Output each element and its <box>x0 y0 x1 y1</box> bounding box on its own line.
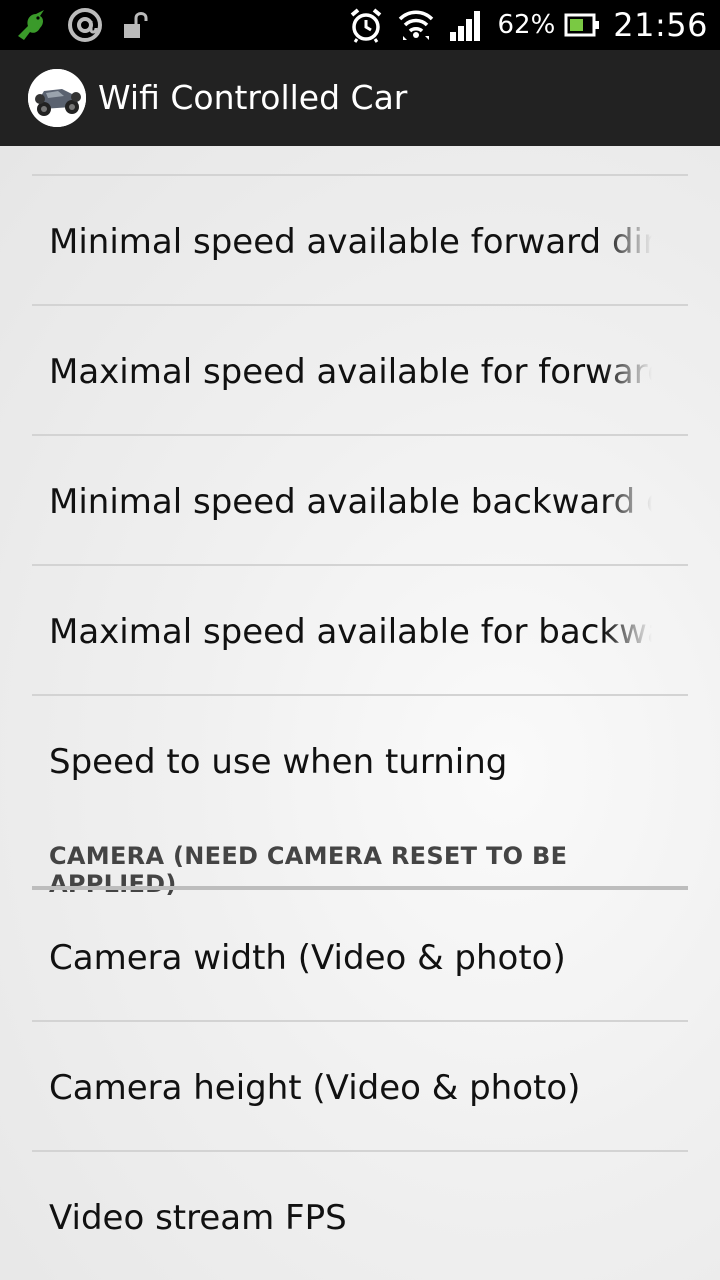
status-time: 21:56 <box>613 6 708 44</box>
pref-max-speed-forward[interactable]: Maximal speed available for forward dire… <box>32 306 688 434</box>
action-bar: Wifi Controlled Car <box>0 50 720 146</box>
status-bar-system: 62% 21:56 <box>347 0 708 50</box>
pref-title: Maximal speed available for backward dir… <box>49 612 652 652</box>
unlock-icon <box>118 6 156 44</box>
pref-title: Minimal speed available backward directi… <box>49 482 652 522</box>
rc-car-icon[interactable] <box>28 69 86 127</box>
pref-title: Camera height (Video & photo) <box>49 1068 581 1108</box>
pref-min-speed-forward[interactable]: Minimal speed available forward directio… <box>32 176 688 304</box>
category-header-camera: CAMERA (NEED CAMERA RESET TO BE APPLIED) <box>32 828 688 900</box>
pref-title: Video stream FPS <box>49 1198 347 1238</box>
pref-camera-width[interactable]: Camera width (Video & photo) <box>32 892 688 1020</box>
pref-title: Maximal speed available for forward dire… <box>49 352 652 392</box>
signal-icon <box>447 6 485 44</box>
pref-min-speed-backward[interactable]: Minimal speed available backward directi… <box>32 436 688 564</box>
pref-camera-height[interactable]: Camera height (Video & photo) <box>32 1022 688 1150</box>
pref-video-fps[interactable]: Video stream FPS <box>32 1152 688 1280</box>
category-divider <box>32 886 688 890</box>
pref-title: Minimal speed available forward directio… <box>49 222 652 262</box>
pref-title: Speed to use when turning <box>49 742 508 782</box>
pref-title: Camera width (Video & photo) <box>49 938 566 978</box>
preferences-list[interactable]: Minimal speed available forward directio… <box>0 146 720 1280</box>
battery-percent: 62% <box>497 10 556 40</box>
alarm-icon <box>347 6 385 44</box>
hummingbird-icon <box>14 6 52 44</box>
wifi-icon <box>397 6 435 44</box>
at-sign-icon <box>66 6 104 44</box>
battery-icon <box>563 6 601 44</box>
status-bar-notifications <box>14 6 156 44</box>
status-bar: 62% 21:56 <box>0 0 720 50</box>
app-title: Wifi Controlled Car <box>98 78 408 117</box>
pref-turning-speed[interactable]: Speed to use when turning <box>32 696 688 824</box>
pref-max-speed-backward[interactable]: Maximal speed available for backward dir… <box>32 566 688 694</box>
